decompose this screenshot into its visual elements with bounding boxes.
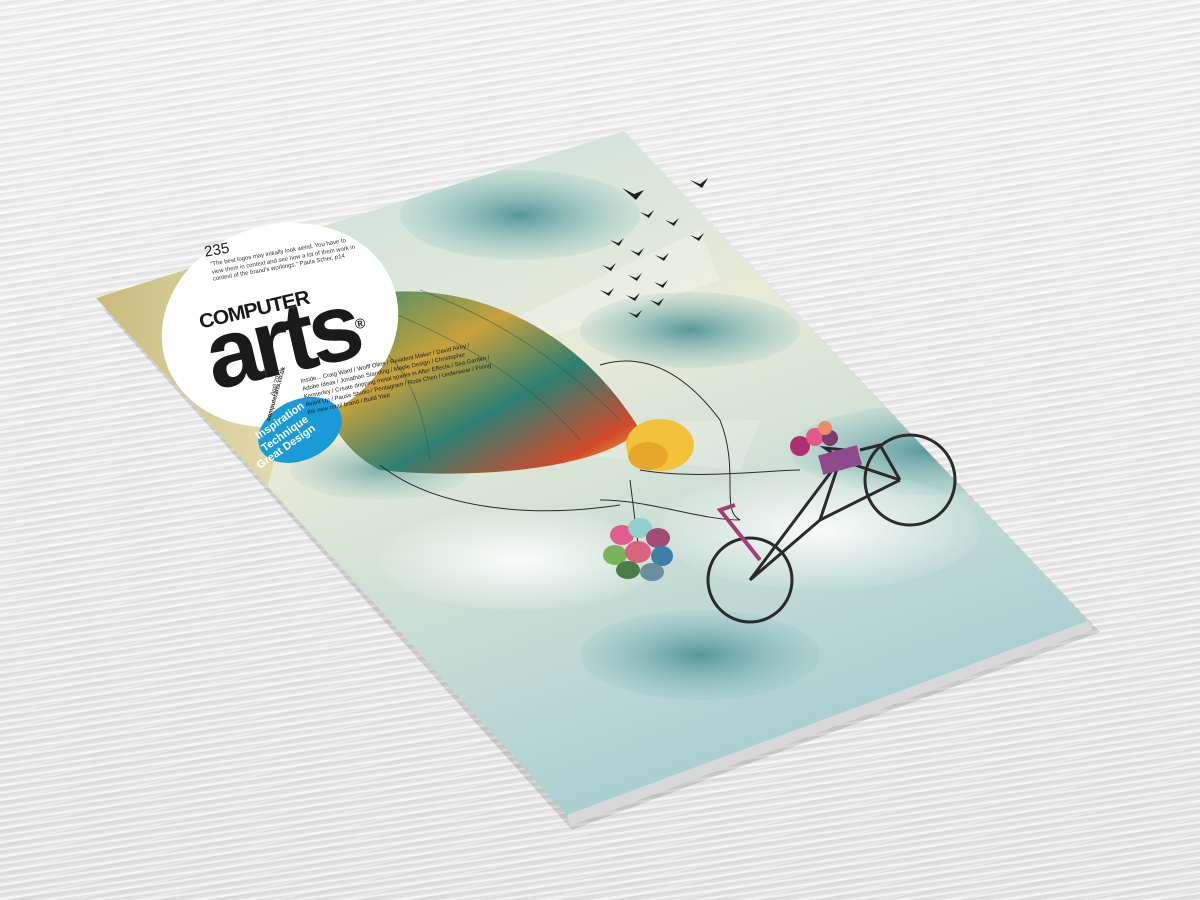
magazine-mockup bbox=[96, 131, 1100, 830]
cloud bbox=[400, 170, 640, 260]
cloud bbox=[580, 292, 800, 368]
cloud bbox=[580, 610, 820, 700]
